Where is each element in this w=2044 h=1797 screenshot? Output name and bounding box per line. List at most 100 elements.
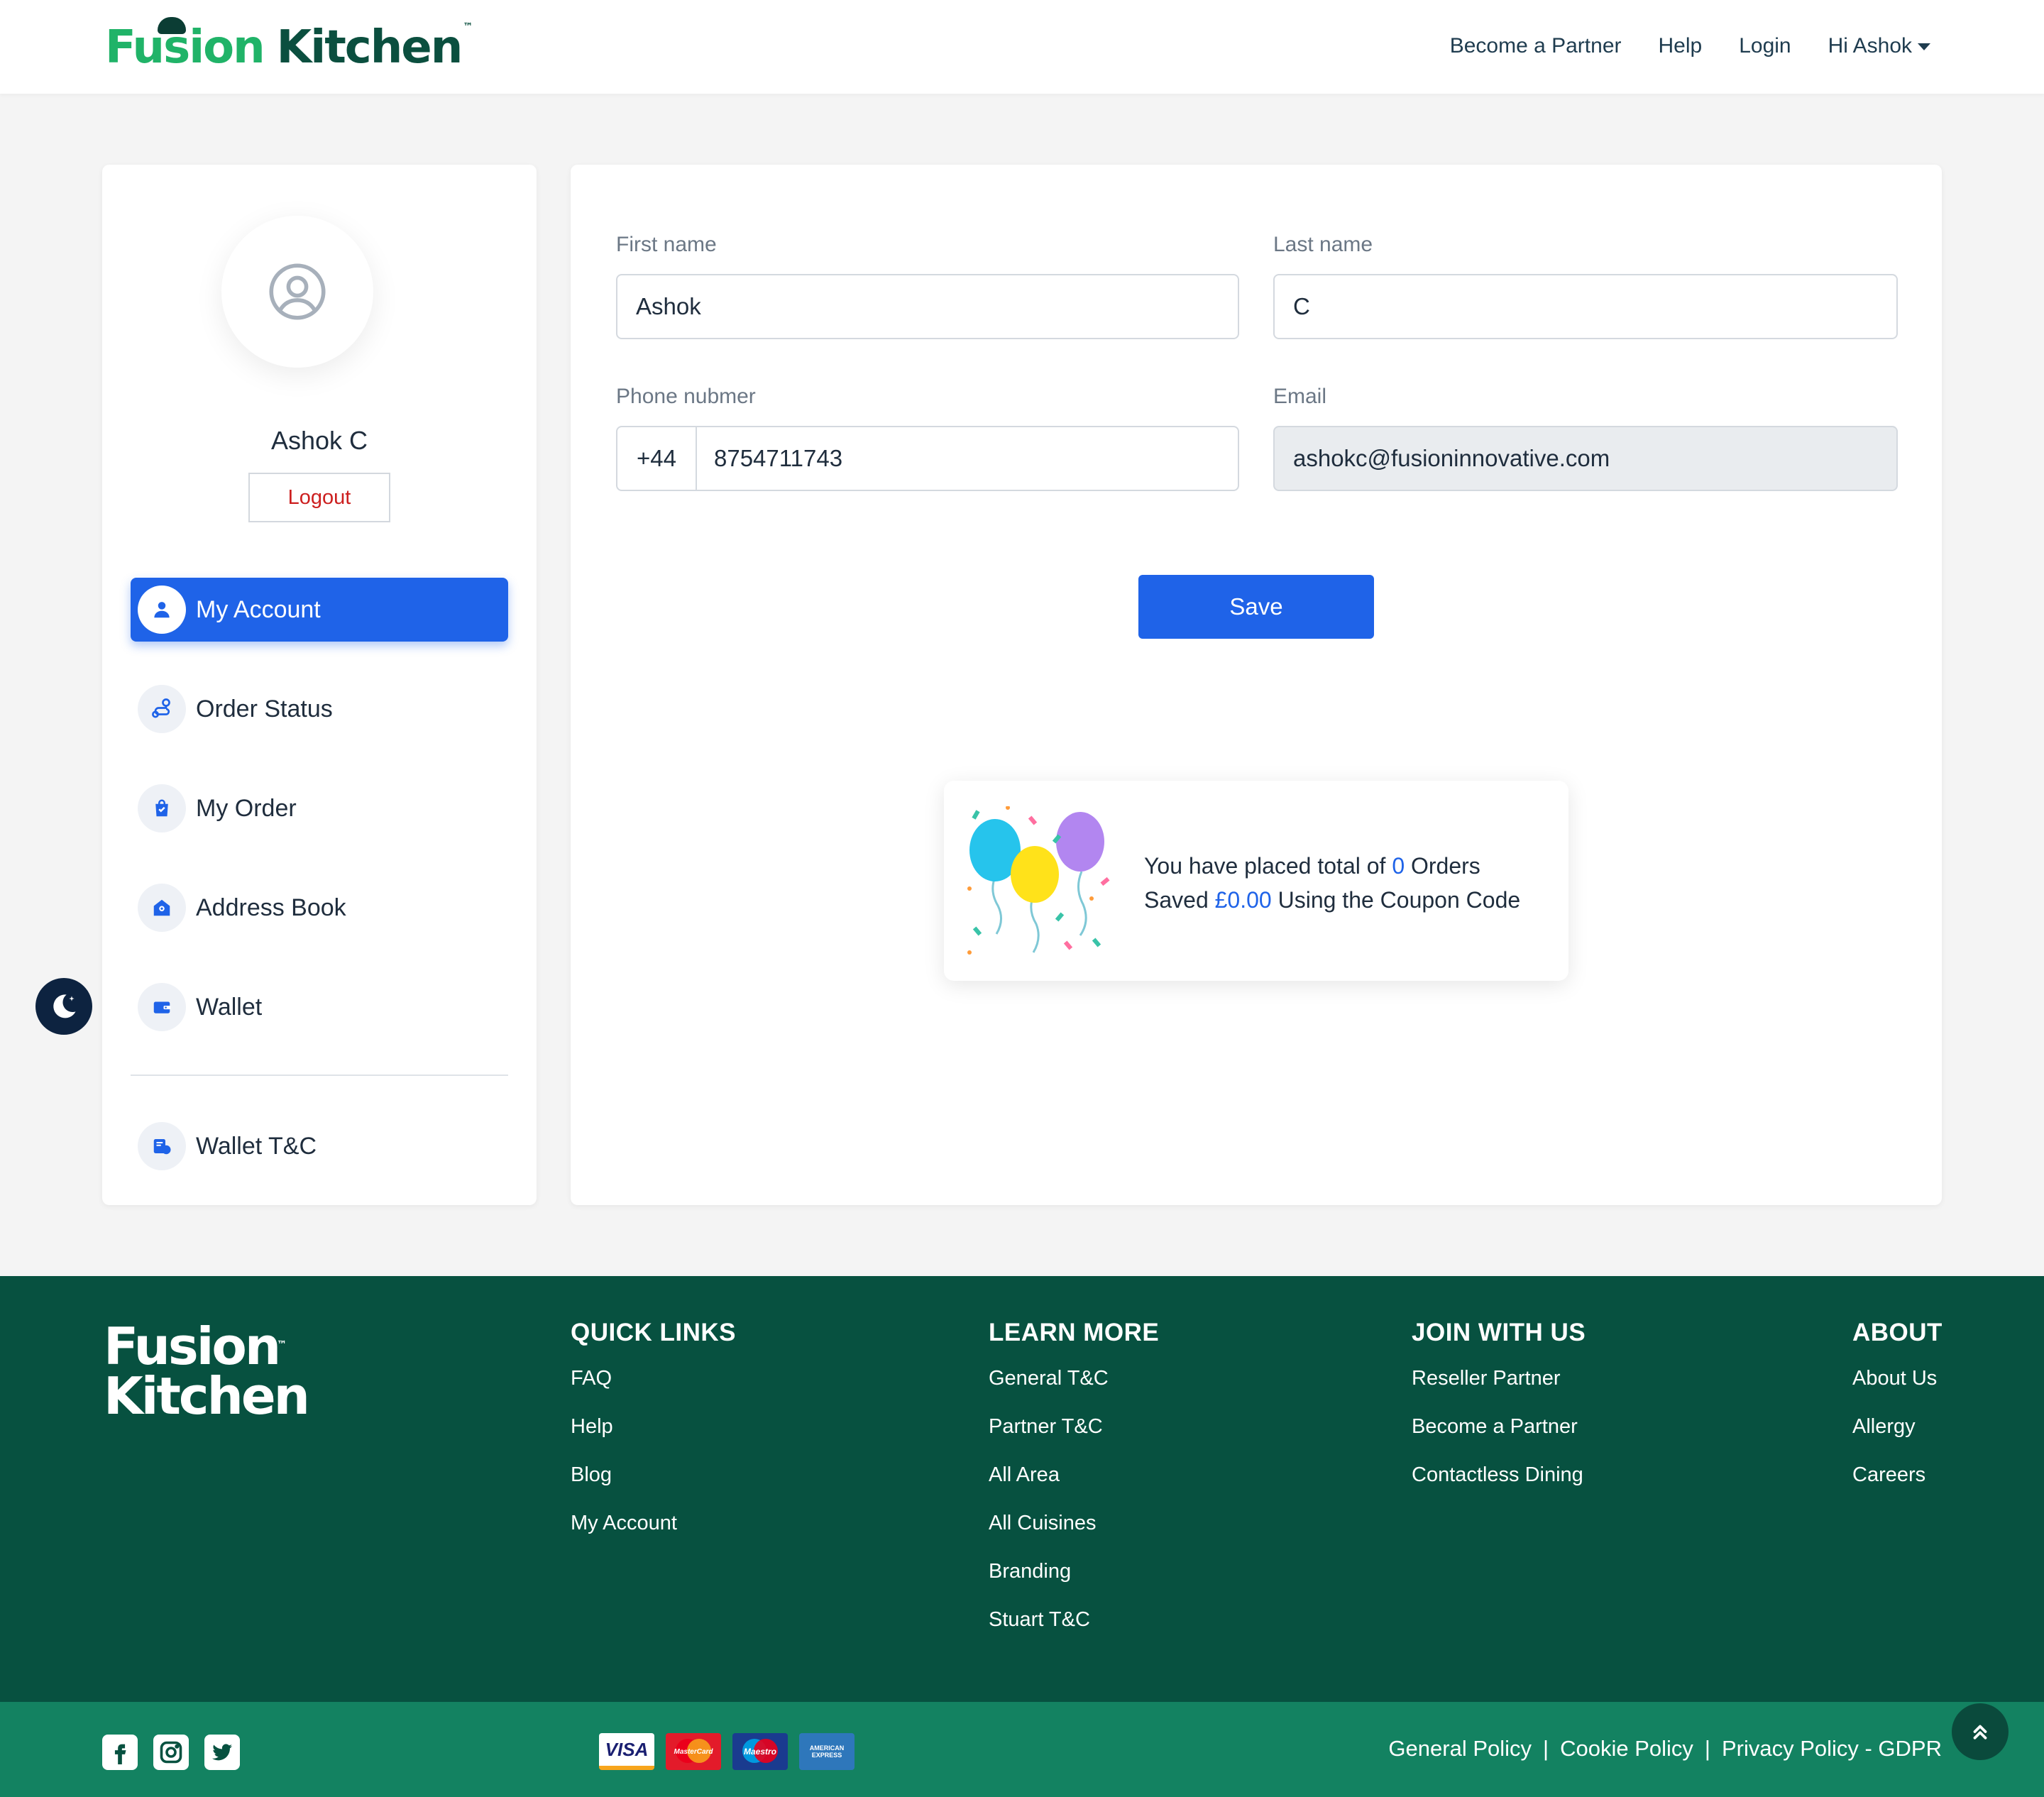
policy-separator: |: [1704, 1736, 1710, 1761]
footer-link-general-tc[interactable]: General T&C: [989, 1367, 1159, 1390]
user-circle-icon: [269, 263, 326, 320]
sidebar-item-label: Wallet: [196, 993, 263, 1021]
policy-links: General Policy | Cookie Policy | Privacy…: [1388, 1736, 1942, 1762]
footer-logo-line2: Kitchen: [104, 1366, 310, 1426]
user-icon: [138, 586, 186, 634]
footer-link-about-us[interactable]: About Us: [1852, 1367, 1943, 1390]
sidebar-divider: [131, 1075, 508, 1076]
nav-login[interactable]: Login: [1739, 34, 1791, 58]
footer-link-contactless-dining[interactable]: Contactless Dining: [1412, 1463, 1586, 1487]
last-name-label: Last name: [1273, 233, 1373, 256]
dark-mode-toggle[interactable]: [35, 978, 92, 1035]
top-nav: Become a Partner Help Login Hi Ashok: [1450, 34, 1930, 58]
footer-link-branding[interactable]: Branding: [989, 1560, 1159, 1583]
phone-label: Phone nubmer: [616, 385, 756, 408]
amex-card-label: AMERICAN EXPRESS: [809, 1744, 845, 1759]
first-name-field[interactable]: Ashok: [616, 274, 1239, 339]
order-stats-text: You have placed total of 0 Orders Saved …: [1144, 849, 1520, 917]
shopping-bag-icon: [138, 784, 186, 832]
sidebar-item-wallet-terms[interactable]: Wallet T&C: [131, 1114, 508, 1178]
top-header: Fusion Kitchen ™ Become a Partner Help L…: [0, 0, 2044, 94]
nav-help[interactable]: Help: [1659, 34, 1703, 58]
sidebar-item-order-status[interactable]: Order Status: [131, 677, 508, 741]
footer-link-partner-tc[interactable]: Partner T&C: [989, 1415, 1159, 1439]
payment-methods: VISA MasterCard Maestro AMERICAN EXPRESS: [599, 1733, 855, 1770]
footer-heading: JOIN WITH US: [1412, 1319, 1586, 1346]
email-label: Email: [1273, 385, 1327, 408]
orders-suffix: Orders: [1411, 853, 1480, 879]
orders-line: You have placed total of 0 Orders: [1144, 849, 1520, 883]
account-menu: My Account Order Status My Order Address…: [131, 578, 508, 1214]
logo-trademark: ™: [463, 21, 473, 33]
footer-link-all-area[interactable]: All Area: [989, 1463, 1159, 1487]
footer-link-all-cuisines[interactable]: All Cuisines: [989, 1512, 1159, 1535]
footer-link-my-account[interactable]: My Account: [571, 1512, 736, 1535]
logo-text-kitchen: Kitchen: [276, 21, 463, 74]
mastercard-icon: MasterCard: [666, 1733, 721, 1770]
nav-become-partner[interactable]: Become a Partner: [1450, 34, 1622, 58]
footer-link-allergy[interactable]: Allergy: [1852, 1415, 1943, 1439]
footer-logo-trademark: ™: [277, 1339, 287, 1351]
general-policy-link[interactable]: General Policy: [1388, 1736, 1532, 1762]
double-chevron-up-icon: [1973, 1725, 1987, 1740]
footer-heading: QUICK LINKS: [571, 1319, 736, 1346]
scroll-to-top-button[interactable]: [1952, 1703, 2009, 1760]
first-name-label: First name: [616, 233, 717, 256]
sidebar-item-label: Address Book: [196, 894, 346, 921]
wallet-icon: [138, 983, 186, 1031]
footer-about: ABOUT About Us Allergy Careers: [1852, 1319, 1943, 1512]
account-details-panel: First name Ashok Last name C Phone nubme…: [571, 165, 1942, 1205]
last-name-value: C: [1293, 293, 1310, 319]
savings-suffix: Using the Coupon Code: [1278, 887, 1521, 913]
caret-down-icon: [1918, 43, 1930, 51]
orders-prefix: You have placed total of: [1144, 853, 1386, 879]
balloons-illustration: [967, 806, 1110, 955]
home-pin-icon: [138, 884, 186, 932]
footer-heading: ABOUT: [1852, 1319, 1943, 1346]
footer-join-with-us: JOIN WITH US Reseller Partner Become a P…: [1412, 1319, 1586, 1512]
social-links: [102, 1735, 240, 1770]
privacy-policy-link[interactable]: Privacy Policy - GDPR: [1722, 1736, 1942, 1762]
phone-value: 8754711743: [714, 445, 843, 471]
cookie-policy-link[interactable]: Cookie Policy: [1560, 1736, 1693, 1762]
email-field: ashokc@fusioninnovative.com: [1273, 426, 1898, 491]
visa-card-label: VISA: [605, 1738, 649, 1760]
sidebar-item-my-account[interactable]: My Account: [131, 578, 508, 642]
sidebar-item-wallet[interactable]: Wallet: [131, 975, 508, 1039]
instagram-icon[interactable]: [153, 1735, 189, 1770]
footer-learn-more: LEARN MORE General T&C Partner T&C All A…: [989, 1319, 1159, 1656]
footer-link-stuart-tc[interactable]: Stuart T&C: [989, 1608, 1159, 1632]
footer-link-careers[interactable]: Careers: [1852, 1463, 1943, 1487]
maestro-card-icon: Maestro: [732, 1733, 788, 1770]
footer-quick-links: QUICK LINKS FAQ Help Blog My Account: [571, 1319, 736, 1560]
chef-hat-icon: [158, 17, 186, 34]
footer-link-help[interactable]: Help: [571, 1415, 736, 1439]
savings-line: Saved £0.00 Using the Coupon Code: [1144, 883, 1520, 917]
facebook-icon[interactable]: [102, 1735, 138, 1770]
phone-field[interactable]: +44 8754711743: [616, 426, 1239, 491]
twitter-icon[interactable]: [204, 1735, 240, 1770]
avatar: [221, 216, 373, 368]
footer-link-become-partner[interactable]: Become a Partner: [1412, 1415, 1586, 1439]
save-button[interactable]: Save: [1138, 575, 1374, 639]
footer-bottom-bar: VISA MasterCard Maestro AMERICAN EXPRESS…: [0, 1702, 2044, 1797]
maestro-card-label: Maestro: [743, 1747, 776, 1757]
sidebar-item-my-order[interactable]: My Order: [131, 776, 508, 840]
user-menu[interactable]: Hi Ashok: [1828, 34, 1930, 58]
country-code-prefix[interactable]: +44: [617, 427, 697, 490]
sidebar-item-address-book[interactable]: Address Book: [131, 876, 508, 940]
user-greeting: Hi Ashok: [1828, 34, 1912, 57]
footer-logo[interactable]: Fusion Kitchen ™: [104, 1321, 310, 1426]
visa-card-icon: VISA: [599, 1733, 654, 1770]
saved-amount: £0.00: [1214, 887, 1272, 913]
site-footer: Fusion Kitchen ™ QUICK LINKS FAQ Help Bl…: [0, 1276, 2044, 1702]
amex-card-icon: AMERICAN EXPRESS: [799, 1733, 855, 1770]
last-name-field[interactable]: C: [1273, 274, 1898, 339]
footer-link-faq[interactable]: FAQ: [571, 1367, 736, 1390]
first-name-value: Ashok: [636, 293, 701, 319]
footer-link-blog[interactable]: Blog: [571, 1463, 736, 1487]
logout-button[interactable]: Logout: [248, 473, 390, 522]
footer-link-reseller-partner[interactable]: Reseller Partner: [1412, 1367, 1586, 1390]
fusion-kitchen-logo[interactable]: Fusion Kitchen ™: [105, 17, 473, 74]
wallet-terms-icon: [138, 1122, 186, 1170]
